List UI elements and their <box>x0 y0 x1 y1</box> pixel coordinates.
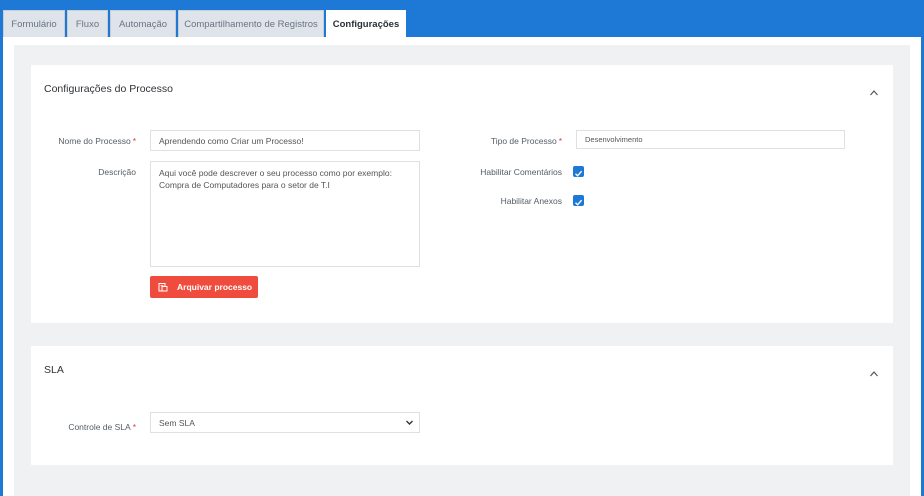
tab-automacao[interactable]: Automação <box>110 10 176 37</box>
required-marker: * <box>132 136 136 146</box>
tab-fluxo[interactable]: Fluxo <box>67 10 108 37</box>
content-area: Configurações do Processo Nome do Proces… <box>3 37 921 496</box>
sla-panel: SLA Controle de SLA * Sem SLA <box>31 346 893 465</box>
enable-comments-checkbox[interactable] <box>573 166 584 177</box>
sla-control-label: Controle de SLA * <box>68 422 136 432</box>
archive-process-button[interactable]: Arquivar processo <box>150 276 258 298</box>
panel-title: SLA <box>44 364 64 376</box>
process-name-input[interactable]: Aprendendo como Criar um Processo! <box>150 130 420 151</box>
enable-comments-label: Habilitar Comentários <box>480 167 562 177</box>
checkmark-icon <box>575 199 583 206</box>
process-name-label-text: Nome do Processo <box>58 136 131 146</box>
process-type-input[interactable]: Desenvolvimento <box>576 130 845 149</box>
archive-process-label: Arquivar processo <box>177 282 253 292</box>
tab-formulario[interactable]: Formulário <box>3 10 65 37</box>
panel-title: Configurações do Processo <box>44 83 173 95</box>
archive-icon <box>158 282 168 292</box>
chevron-up-icon[interactable] <box>869 85 879 96</box>
required-marker: * <box>132 422 136 432</box>
checkmark-icon <box>575 170 583 177</box>
sla-control-select[interactable]: Sem SLA <box>150 412 420 433</box>
process-settings-panel: Configurações do Processo Nome do Proces… <box>31 65 893 323</box>
sla-control-label-text: Controle de SLA <box>68 422 131 432</box>
process-name-label: Nome do Processo * <box>58 136 136 146</box>
description-label: Descrição <box>98 167 136 177</box>
sla-control-value: Sem SLA <box>159 417 195 428</box>
content-background: Configurações do Processo Nome do Proces… <box>14 45 910 496</box>
process-type-label-text: Tipo de Processo <box>490 136 557 146</box>
enable-attachments-checkbox[interactable] <box>573 195 584 206</box>
process-type-label: Tipo de Processo * <box>491 136 562 146</box>
tab-bar: Formulário Fluxo Automação Compartilhame… <box>0 0 924 38</box>
chevron-down-icon <box>405 418 414 427</box>
tab-compartilhamento[interactable]: Compartilhamento de Registros <box>178 10 324 37</box>
required-marker: * <box>558 136 562 146</box>
enable-attachments-label: Habilitar Anexos <box>500 196 562 206</box>
description-textarea[interactable]: Aqui você pode descrever o seu processo … <box>150 161 420 267</box>
tab-configuracoes[interactable]: Configurações <box>326 10 406 38</box>
chevron-up-icon[interactable] <box>869 366 879 377</box>
